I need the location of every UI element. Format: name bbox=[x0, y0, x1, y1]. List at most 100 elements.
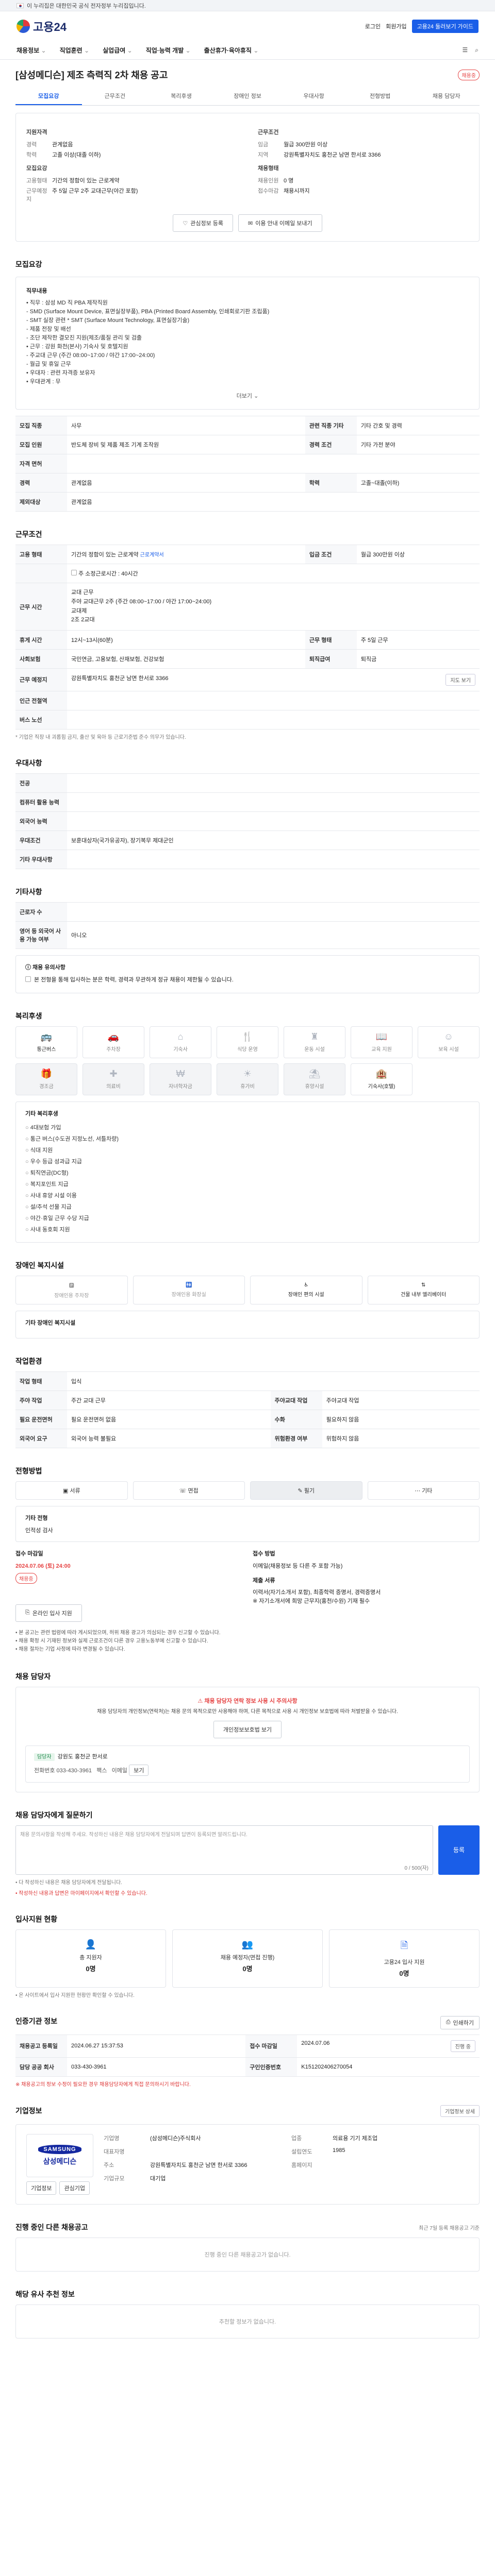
kv-label: 채용인원 bbox=[258, 178, 279, 184]
table-cell: 교대 근무 주야 교대근무 2주 (주간 08:00~17:00 / 야간 17… bbox=[67, 583, 480, 631]
table-header: 접수 마감일 bbox=[245, 2034, 298, 2058]
welfare-item: ☀ 휴가비 bbox=[217, 1063, 278, 1095]
kv-value: 관계없음 bbox=[52, 142, 73, 148]
company-logo-en: SAMSUNG bbox=[38, 2144, 81, 2154]
step-written: ✎ 필기 bbox=[250, 1481, 362, 1500]
more-button[interactable]: 더보기 ⌄ bbox=[26, 392, 469, 400]
tab-disability[interactable]: 장애인 정보 bbox=[214, 88, 281, 105]
company-info: 기업명 (삼성메디슨)주식회사 업종 의료용 기기 제조업 대표자명 설립연도 1985 … bbox=[104, 2134, 469, 2182]
company-key bbox=[291, 2174, 327, 2182]
work-table: 고용 형태 기간의 정함이 있는 근로계약 근로계약서 입금 조건 월급 300만원 … bbox=[15, 545, 480, 730]
table-row: 제외대상 관계없음 bbox=[15, 492, 480, 512]
table-header: 채용공고 등록일 bbox=[15, 2034, 67, 2058]
list-item: 사내 휴양 시설 이용 bbox=[25, 1190, 470, 1201]
step-other: ⋯ 기타 bbox=[367, 1481, 480, 1500]
employment-type: 기간의 정함이 있는 근로계약 bbox=[71, 552, 139, 558]
print-button-label: 인쇄하기 bbox=[453, 2020, 474, 2026]
heart-icon: ♡ bbox=[183, 220, 188, 227]
notice-box: ⓘ 채용 유의사항 본 전형을 통해 입사하는 분은 학력, 경력과 무관하게 … bbox=[15, 955, 480, 993]
signup-link[interactable]: 회원가입 bbox=[386, 22, 406, 30]
manager-warning-text: 채용 담당자 연락 정보 사용 시 주의사항 bbox=[204, 1698, 298, 1704]
rest-icon: ⛱ bbox=[308, 1069, 321, 1079]
list-item: 복지포인트 지급 bbox=[25, 1178, 470, 1190]
table-row: 근로자 수 bbox=[15, 902, 480, 922]
tab-prefer[interactable]: 우대사항 bbox=[280, 88, 347, 105]
welfare-item: 🍴 식당 운영 bbox=[217, 1026, 278, 1058]
interest-button[interactable]: ♡ 관심정보 등록 bbox=[173, 214, 234, 232]
table-header: 영어 등 외국어 사용 가능 여부 bbox=[15, 921, 67, 949]
table-header: 휴게 시간 bbox=[15, 630, 67, 650]
disability-label: 건물 내부 엘리베이터 bbox=[401, 1292, 447, 1298]
table-cell: 기타 간호 및 경력 bbox=[356, 416, 480, 435]
table-cell: 반도체 장비 및 제품 제조 기계 조작원 bbox=[67, 435, 305, 454]
qa-submit-button[interactable]: 등록 bbox=[438, 1825, 480, 1875]
nav-item-training[interactable]: 직업훈련 bbox=[60, 46, 90, 55]
kv-value: 강원특별자치도 홍천군 남면 한서로 3366 bbox=[284, 152, 381, 158]
table-header: 주야교대 작업 bbox=[270, 1390, 322, 1410]
tab-manager[interactable]: 채용 담당자 bbox=[413, 88, 480, 105]
tab-welfare[interactable]: 복리후생 bbox=[148, 88, 214, 105]
step-document: ▣ 서류 bbox=[15, 1481, 128, 1500]
list-item: 사내 동호회 지원 bbox=[25, 1224, 470, 1235]
map-button[interactable]: 지도 보기 bbox=[446, 673, 475, 686]
step-label: 필기 bbox=[304, 1487, 315, 1494]
tab-work[interactable]: 근무조건 bbox=[82, 88, 148, 105]
welfare-item: 🏨 기숙사(호텔) bbox=[351, 1063, 412, 1095]
section-title-recruit: 모집요강 bbox=[15, 260, 42, 268]
global-nav: 채용정보 직업훈련 실업급여 직업·능력 개발 출산휴가·육아휴직 ☰ ⌕ bbox=[0, 41, 495, 60]
selection-etc-text: 인적성 검사 bbox=[25, 1527, 53, 1534]
list-item: 통근 버스(수도권 지정노선, 셔틀차량) bbox=[25, 1133, 470, 1144]
table-cell: 2024.07.06 진행 중 bbox=[297, 2034, 480, 2058]
deadline-value: 2024.07.06 bbox=[301, 2040, 330, 2046]
section-title-work: 근무조건 bbox=[15, 530, 42, 539]
qa-textarea[interactable]: 채용 문의사항을 작성해 주세요. 작성하신 내용은 채용 담당자에게 전달되며… bbox=[15, 1825, 433, 1875]
list-item: 퇴직연금(DC형) bbox=[25, 1167, 470, 1178]
company-detail-button[interactable]: 기업정보 상세 bbox=[440, 2105, 480, 2117]
section-title-welfare: 복리후생 bbox=[15, 1011, 42, 1020]
guide-button[interactable]: 고용24 둘러보기 가이드 bbox=[411, 20, 478, 33]
table-cell: K151202406270054 bbox=[297, 2057, 480, 2077]
table-cell: 033-430-3961 bbox=[67, 2057, 246, 2077]
table-cell: 주간 교대 근무 bbox=[67, 1390, 271, 1410]
deadline-badge: 채용중 bbox=[15, 1572, 37, 1584]
company-info-button[interactable]: 기업정보 bbox=[26, 2181, 57, 2195]
welfare-label: 기숙사 bbox=[173, 1047, 188, 1053]
manager-warning-title: ⚠ 채용 담당자 연락 정보 사용 시 주의사항 bbox=[25, 1697, 470, 1705]
method-label: 접수 방법 bbox=[253, 1550, 275, 1557]
progress-select[interactable]: 진행 중 bbox=[450, 2040, 475, 2052]
share-button[interactable]: ✉ 이용 안내 이메일 보내기 bbox=[238, 214, 322, 232]
print-button[interactable]: ⎙ 인쇄하기 bbox=[440, 2015, 480, 2029]
table-row: 주야 작업 주간 교대 근무 주야교대 작업 주야교대 작업 bbox=[15, 1390, 480, 1410]
privacy-law-button[interactable]: 개인정보보호법 보기 bbox=[213, 1720, 282, 1738]
table-cell bbox=[67, 902, 480, 922]
status-grid: 👤 총 지원자 0명 👥 채용 예정자(면접 진행) 0명 🗎 고용24 입사 지원 0명 bbox=[15, 1929, 480, 1988]
docs-text: 이력서(자기소개서 포함), 최종학력 증명서, 경력증명서 ※ 자기소개서에 … bbox=[253, 1589, 381, 1605]
welfare-item: ✚ 의료비 bbox=[82, 1063, 144, 1095]
tab-recruit[interactable]: 모집요강 bbox=[15, 88, 82, 105]
disability-label: 장애인용 주차장 bbox=[54, 1293, 89, 1299]
apply-button[interactable]: ⎘ 온라인 입사 지원 bbox=[15, 1604, 82, 1622]
weekly-hours: 주 소정근로시간 : 40시간 bbox=[78, 571, 138, 578]
site-logo[interactable]: 고용24 bbox=[16, 18, 67, 35]
company-follow-button[interactable]: 관심기업 bbox=[59, 2181, 90, 2195]
nav-item-unemployment[interactable]: 실업급여 bbox=[103, 46, 133, 55]
selection-etc-label: 기타 전형 bbox=[25, 1515, 48, 1521]
menu-icon[interactable]: ☰ bbox=[463, 46, 468, 54]
email-view-button[interactable]: 보기 bbox=[129, 1764, 149, 1776]
tab-selection[interactable]: 전형방법 bbox=[347, 88, 414, 105]
manager-row: 담당자 강원도 홍천군 한서로 전화번호 033-430-3961 팩스 이메일 … bbox=[25, 1745, 470, 1783]
nav-item-leave[interactable]: 출산휴가·육아휴직 bbox=[204, 46, 259, 55]
selection-steps: ▣ 서류 ☏ 면접 ✎ 필기 ⋯ 기타 bbox=[15, 1481, 480, 1500]
search-icon[interactable]: ⌕ bbox=[475, 46, 478, 54]
company-key: 주소 bbox=[104, 2162, 114, 2168]
nav-item-jobs[interactable]: 채용정보 bbox=[16, 46, 46, 55]
status-note: • 온 사이트에서 입사 지원한 현황만 확인할 수 있습니다. bbox=[15, 1992, 135, 1998]
contract-link[interactable]: 근로계약서 bbox=[140, 552, 164, 558]
table-row: 인근 전철역 bbox=[15, 690, 480, 710]
login-link[interactable]: 로그인 bbox=[365, 22, 381, 30]
prefer-table: 전공 컴퓨터 활용 능력 외국어 능력 우대조건 보훈대상자(국가유공자), 장기… bbox=[15, 773, 480, 869]
logo-text: 고용24 bbox=[33, 21, 67, 33]
nav-item-career[interactable]: 직업·능력 개발 bbox=[146, 46, 191, 55]
table-header bbox=[15, 564, 67, 583]
deadline-label: 접수 마감일 bbox=[15, 1550, 43, 1557]
